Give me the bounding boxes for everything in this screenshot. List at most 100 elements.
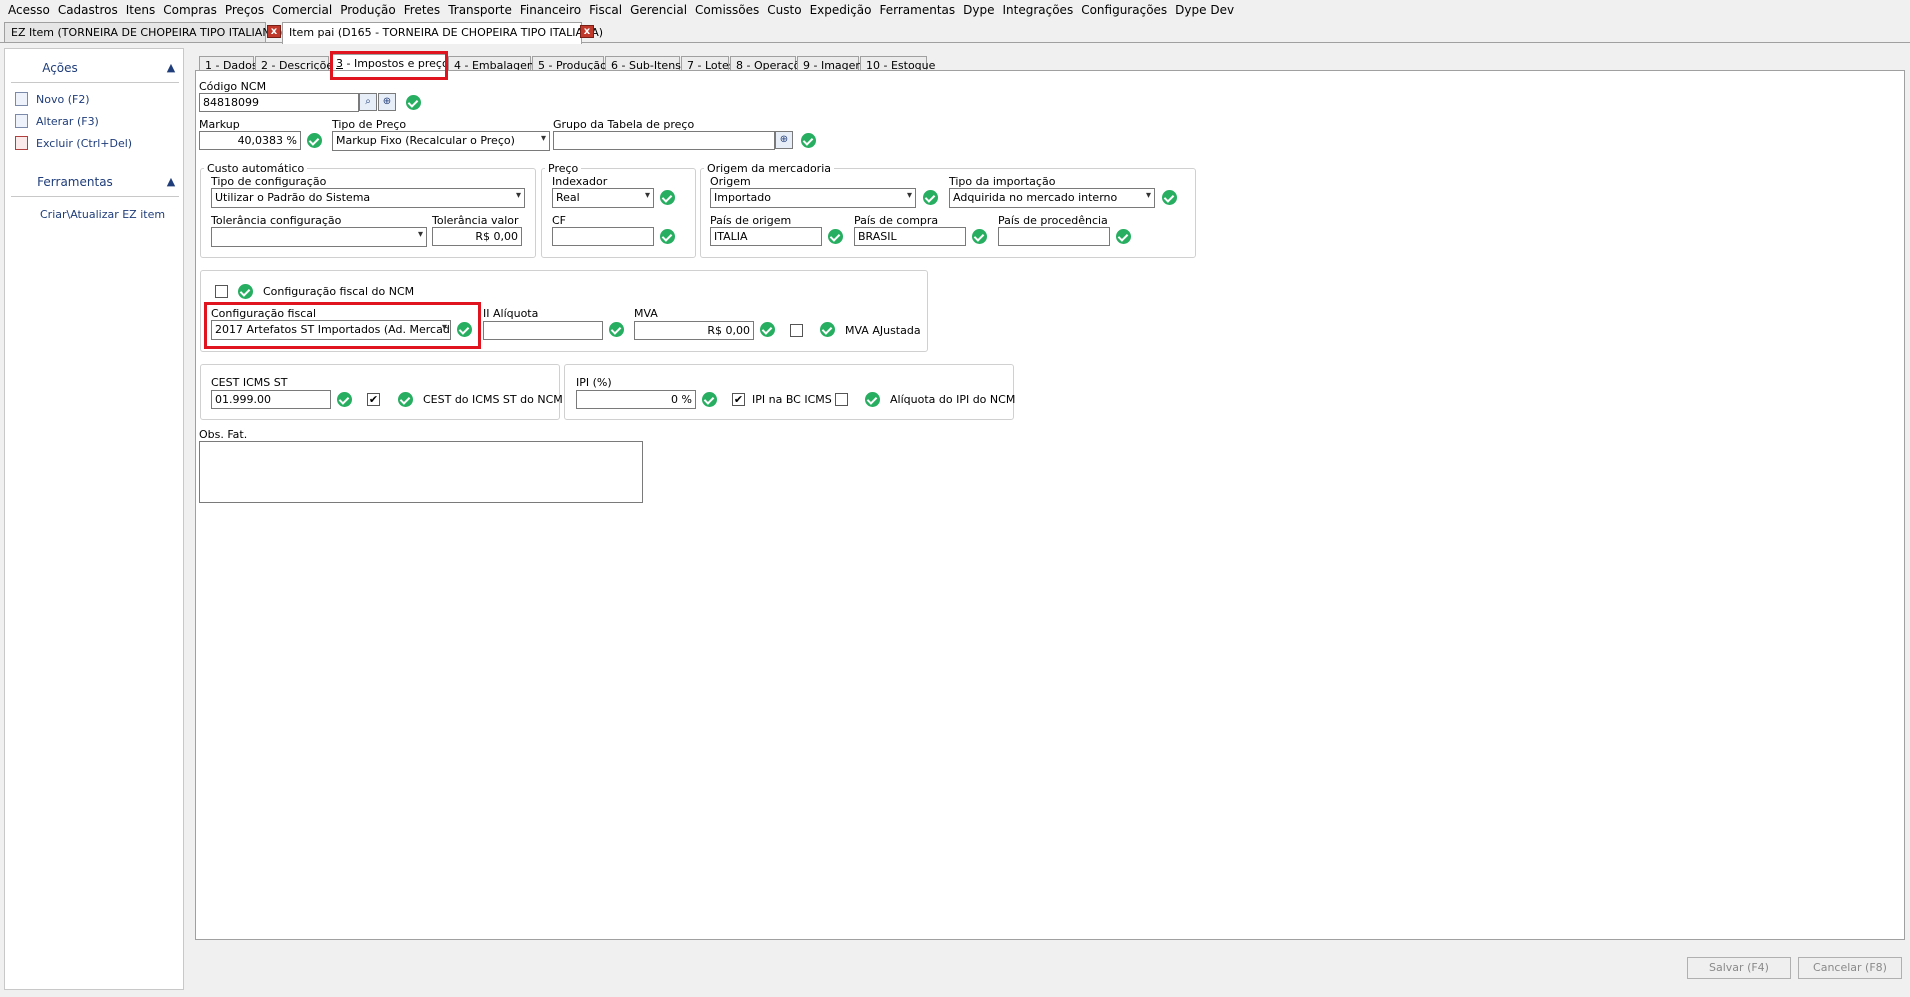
pais-compra-field[interactable]: BRASIL xyxy=(854,227,966,246)
tipo-config-value: Utilizar o Padrão do Sistema xyxy=(215,191,371,204)
menu-item[interactable]: Comercial xyxy=(268,3,336,17)
ok-icon xyxy=(406,95,421,110)
indexador-label: Indexador xyxy=(552,175,608,188)
tipo-config-label: Tipo de configuração xyxy=(211,175,327,188)
origem-value: Importado xyxy=(714,191,771,204)
config-fiscal-select[interactable]: 2017 Artefatos ST Importados (Ad. Mercad… xyxy=(211,320,451,340)
tipo-importacao-label: Tipo da importação xyxy=(949,175,1056,188)
delete-action-label: Excluir (Ctrl+Del) xyxy=(36,136,133,150)
sidebar: Ações ▲ Novo (F2) Alterar (F3) Excluir (… xyxy=(4,48,184,990)
collapse-icon[interactable]: ▲ xyxy=(165,62,177,74)
menu-item[interactable]: Dype xyxy=(959,3,998,17)
new-action[interactable]: Novo (F2) xyxy=(15,91,90,107)
indexador-value: Real xyxy=(556,191,580,204)
doc-tab-label: EZ Item (TORNEIRA DE CHOPEIRA TIPO ITALI… xyxy=(11,26,283,39)
cest-field[interactable]: 01.999.00 xyxy=(211,390,331,409)
aliquota-ipi-ncm-checkbox[interactable] xyxy=(835,393,848,406)
indexador-select[interactable]: Real ▾ xyxy=(552,188,654,208)
ipi-bc-label: IPI na BC ICMS xyxy=(752,393,832,406)
pais-procedencia-field[interactable] xyxy=(998,227,1110,246)
obs-label: Obs. Fat. xyxy=(199,428,248,441)
menu-item[interactable]: Compras xyxy=(159,3,221,17)
new-action-label: Novo (F2) xyxy=(36,92,90,106)
pais-origem-field[interactable]: ITALIA xyxy=(710,227,822,246)
menu-item[interactable]: Comissões xyxy=(691,3,763,17)
cancel-button[interactable]: Cancelar (F8) xyxy=(1798,957,1902,979)
pais-compra-label: País de compra xyxy=(854,214,939,227)
mva-ajustada-label: MVA AJustada xyxy=(845,324,921,337)
cf-field[interactable] xyxy=(552,227,654,246)
doc-tab-item-pai[interactable]: Item pai (D165 - TORNEIRA DE CHOPEIRA TI… xyxy=(282,22,603,44)
config-ncm-checkbox[interactable] xyxy=(215,285,228,298)
doc-tab-ez-item[interactable]: EZ Item (TORNEIRA DE CHOPEIRA TIPO ITALI… xyxy=(4,22,282,42)
origem-select[interactable]: Importado ▾ xyxy=(710,188,916,208)
menu-item[interactable]: Preços xyxy=(221,3,268,17)
menu-item[interactable]: Cadastros xyxy=(54,3,122,17)
binoculars-icon[interactable]: ⊕ xyxy=(775,131,793,149)
create-update-ez-item-label: Criar\Atualizar EZ item xyxy=(40,207,166,221)
edit-action-label: Alterar (F3) xyxy=(36,114,99,128)
pais-procedencia-label: País de procedência xyxy=(998,214,1108,227)
menu-item[interactable]: Acesso xyxy=(4,3,54,17)
collapse-icon[interactable]: ▲ xyxy=(165,176,177,188)
menu-item[interactable]: Fiscal xyxy=(585,3,626,17)
ii-aliquota-field[interactable] xyxy=(483,321,603,340)
close-icon[interactable]: x xyxy=(580,25,594,38)
menu-item[interactable]: Expedição xyxy=(806,3,876,17)
ii-aliquota-label: II Alíquota xyxy=(483,307,539,320)
new-document-icon xyxy=(15,92,28,106)
menu-item[interactable]: Configurações xyxy=(1077,3,1171,17)
grupo-tabela-field[interactable] xyxy=(553,131,775,150)
menu-item[interactable]: Integrações xyxy=(998,3,1077,17)
menu-item[interactable]: Custo xyxy=(763,3,805,17)
config-fiscal-label: Configuração fiscal xyxy=(211,307,317,320)
mva-ajustada-checkbox[interactable] xyxy=(790,324,803,337)
ncm-label: Código NCM xyxy=(199,80,267,93)
tipo-config-select[interactable]: Utilizar o Padrão do Sistema ▾ xyxy=(211,188,525,208)
markup-field[interactable]: 40,0383 % xyxy=(199,131,301,150)
delete-document-icon xyxy=(15,136,28,150)
save-button[interactable]: Salvar (F4) xyxy=(1687,957,1791,979)
close-icon[interactable]: x xyxy=(267,25,281,38)
menu-item[interactable]: Fretes xyxy=(400,3,444,17)
ok-icon xyxy=(820,322,835,337)
cest-label: CEST ICMS ST xyxy=(211,376,288,389)
menu-item[interactable]: Produção xyxy=(336,3,400,17)
create-update-ez-item-link[interactable]: Criar\Atualizar EZ item xyxy=(40,206,165,222)
aliquota-ipi-ncm-label: Alíquota do IPI do NCM xyxy=(890,393,1016,406)
binoculars-icon[interactable]: ⊕ xyxy=(378,93,396,111)
ok-icon xyxy=(337,392,352,407)
tolerancia-valor-field[interactable]: R$ 0,00 xyxy=(432,227,522,246)
pais-origem-label: País de origem xyxy=(710,214,792,227)
highlight-tab xyxy=(330,51,448,80)
search-icon[interactable]: ⌕ xyxy=(359,93,377,111)
preco-title: Preço xyxy=(545,162,582,175)
chevron-down-icon: ▾ xyxy=(515,190,521,201)
ncm-field[interactable]: 84818099 xyxy=(199,93,359,112)
menu-item[interactable]: Transporte xyxy=(444,3,516,17)
edit-document-icon xyxy=(15,114,28,128)
ipi-bc-checkbox[interactable]: ✔ xyxy=(732,393,745,406)
tolerancia-valor-label: Tolerância valor xyxy=(432,214,519,227)
menu-item[interactable]: Financeiro xyxy=(516,3,585,17)
markup-label: Markup xyxy=(199,118,240,131)
cest-ncm-checkbox[interactable]: ✔ xyxy=(367,393,380,406)
edit-action[interactable]: Alterar (F3) xyxy=(15,113,99,129)
menu-item[interactable]: Ferramentas xyxy=(876,3,960,17)
menu-item[interactable]: Itens xyxy=(122,3,159,17)
tolerancia-config-select[interactable]: ▾ xyxy=(211,227,427,247)
ok-icon xyxy=(238,284,253,299)
chevron-down-icon: ▾ xyxy=(417,229,423,240)
tipo-importacao-select[interactable]: Adquirida no mercado interno ▾ xyxy=(949,188,1155,208)
actions-section-title: Ações xyxy=(42,61,78,75)
obs-textarea[interactable] xyxy=(199,441,643,503)
menu-item[interactable]: Dype Dev xyxy=(1171,3,1238,17)
mva-field[interactable]: R$ 0,00 xyxy=(634,321,754,340)
ipi-field[interactable]: 0 % xyxy=(576,390,696,409)
origem-label: Origem xyxy=(710,175,751,188)
delete-action[interactable]: Excluir (Ctrl+Del) xyxy=(15,135,132,151)
mva-label: MVA xyxy=(634,307,658,320)
tipo-preco-label: Tipo de Preço xyxy=(332,118,407,131)
tipo-preco-select[interactable]: Markup Fixo (Recalcular o Preço) ▾ xyxy=(332,131,550,151)
menu-item[interactable]: Gerencial xyxy=(626,3,691,17)
